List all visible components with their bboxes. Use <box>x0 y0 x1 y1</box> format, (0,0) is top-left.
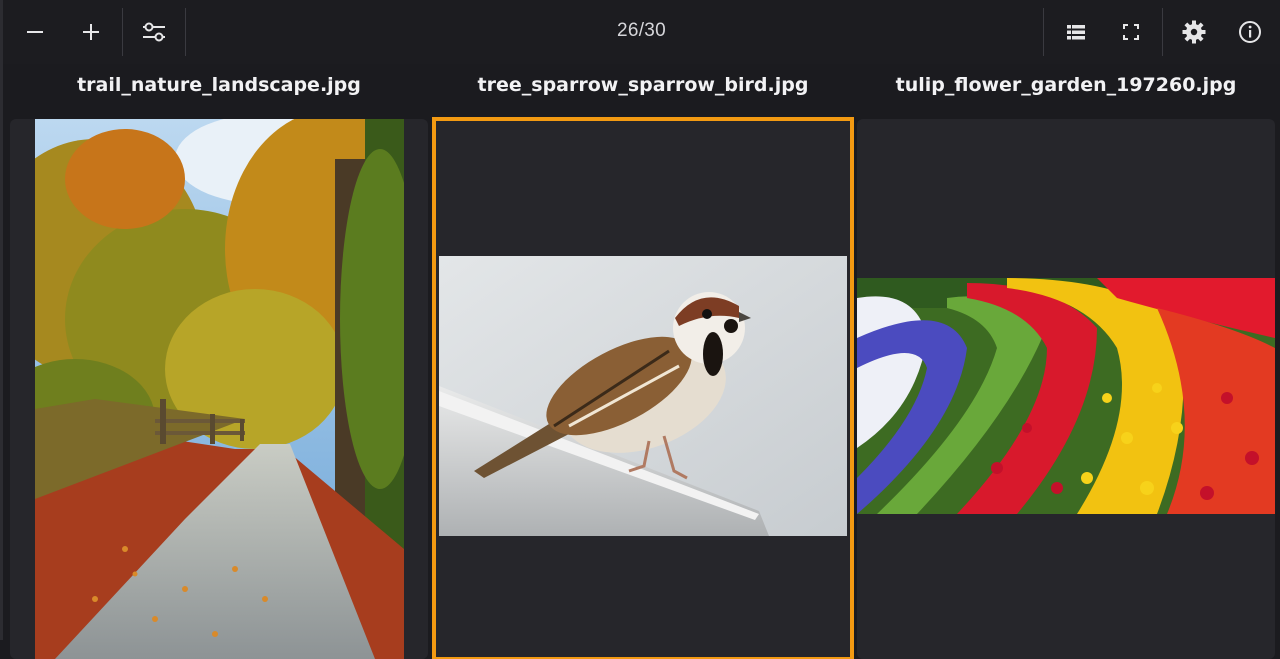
image-tile[interactable] <box>857 119 1275 659</box>
thumbnail-image <box>35 119 404 659</box>
thumbnail-image <box>439 256 847 536</box>
list-view-icon <box>1067 25 1085 40</box>
info-button[interactable] <box>1226 8 1274 56</box>
image-tile-selected[interactable] <box>432 117 854 659</box>
fullscreen-icon <box>1123 24 1139 40</box>
image-title: trail_nature_landscape.jpg <box>77 74 361 96</box>
toolbar: 26/30 <box>3 0 1280 64</box>
window-edge <box>0 0 3 640</box>
image-tile[interactable] <box>10 119 428 659</box>
list-view-button[interactable] <box>1052 8 1100 56</box>
image-title: tree_sparrow_sparrow_bird.jpg <box>477 74 809 96</box>
settings-button[interactable] <box>1170 8 1218 56</box>
thumbnail-image <box>857 278 1275 514</box>
info-icon <box>1239 21 1261 43</box>
toolbar-divider <box>1043 8 1044 56</box>
gear-icon <box>1182 20 1206 44</box>
image-title: tulip_flower_garden_197260.jpg <box>895 74 1237 96</box>
fullscreen-button[interactable] <box>1107 8 1155 56</box>
toolbar-divider <box>1162 8 1163 56</box>
